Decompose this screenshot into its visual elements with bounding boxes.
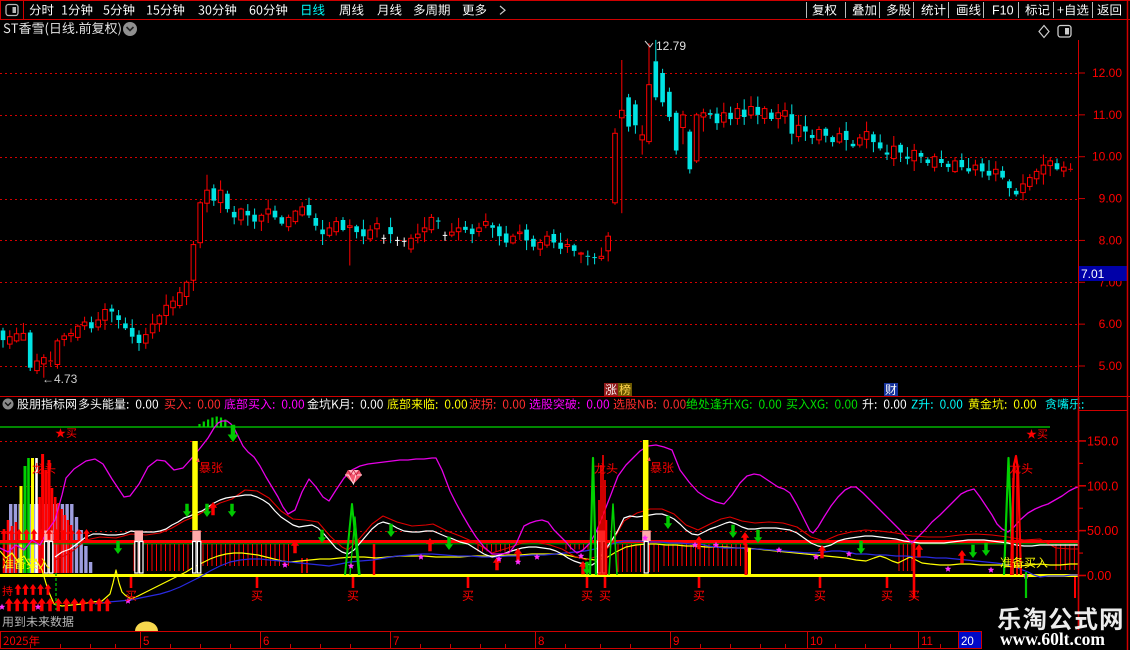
svg-text:11.00: 11.00 <box>1093 108 1122 122</box>
svg-text:10: 10 <box>810 636 823 648</box>
svg-text:50.00: 50.00 <box>1087 524 1118 538</box>
svg-text:8.00: 8.00 <box>1099 233 1123 247</box>
svg-text:www.60lt.com: www.60lt.com <box>1000 629 1105 649</box>
svg-text:12.79: 12.79 <box>656 39 686 53</box>
svg-text:6: 6 <box>263 636 269 648</box>
svg-text:12.00: 12.00 <box>1092 66 1122 80</box>
svg-text:10.00: 10.00 <box>1092 150 1122 164</box>
svg-text:6.00: 6.00 <box>1099 317 1123 331</box>
svg-text:0.00: 0.00 <box>1087 569 1111 583</box>
svg-text:5.00: 5.00 <box>1099 359 1123 373</box>
svg-text:9: 9 <box>673 636 679 648</box>
svg-text:8: 8 <box>538 636 544 648</box>
svg-text:←4.73: ←4.73 <box>42 372 78 386</box>
svg-text:11: 11 <box>921 636 933 648</box>
svg-text:7.01: 7.01 <box>1081 267 1105 281</box>
svg-text:9.00: 9.00 <box>1099 192 1123 206</box>
svg-text:100.0: 100.0 <box>1087 479 1118 493</box>
svg-text:20: 20 <box>961 636 974 648</box>
svg-text:150.0: 150.0 <box>1087 434 1118 448</box>
svg-text:F10: F10 <box>992 4 1014 18</box>
svg-text:5: 5 <box>143 636 149 648</box>
svg-text:7: 7 <box>393 636 399 648</box>
